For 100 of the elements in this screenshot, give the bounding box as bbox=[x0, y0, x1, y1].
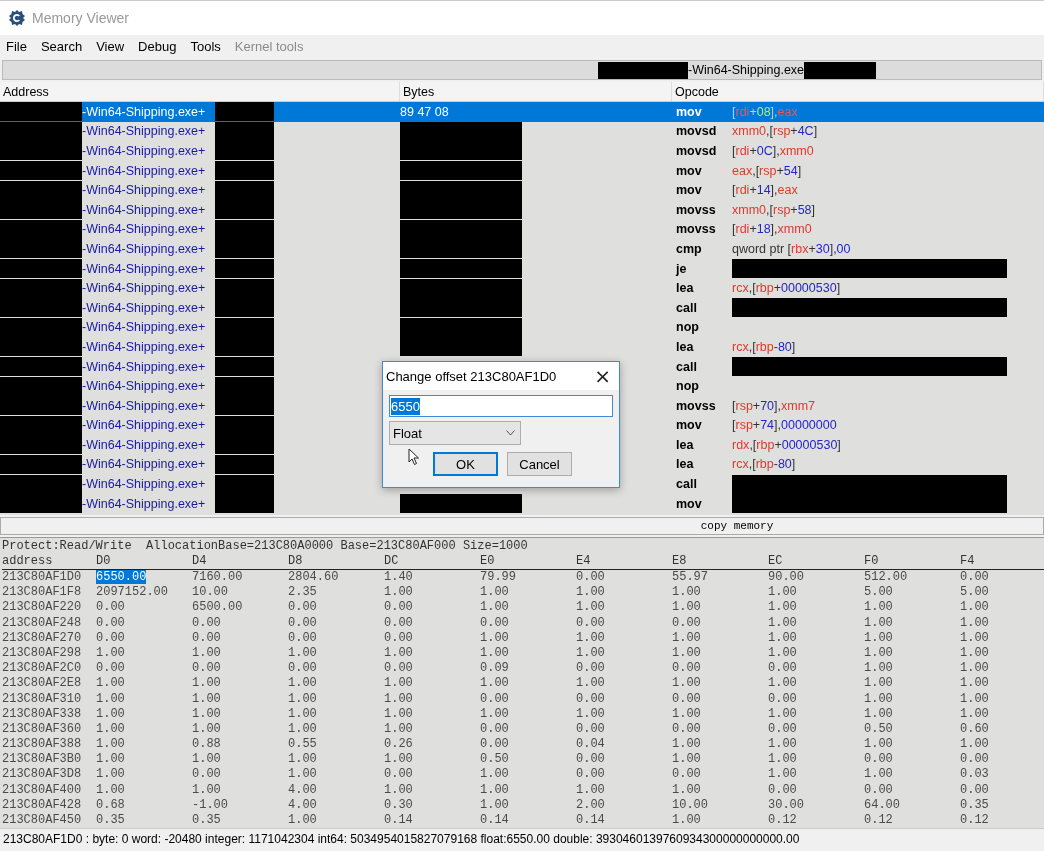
value-cell[interactable]: 0.50 bbox=[480, 752, 509, 767]
value-cell[interactable]: -1.00 bbox=[192, 797, 228, 812]
value-cell[interactable]: 1.00 bbox=[768, 615, 797, 630]
value-cell[interactable]: 1.00 bbox=[384, 585, 413, 600]
value-cell[interactable]: 1.00 bbox=[96, 691, 125, 706]
value-cell[interactable]: 1.00 bbox=[864, 737, 893, 752]
value-cell[interactable]: 1.00 bbox=[96, 721, 125, 736]
value-cell[interactable]: 55.97 bbox=[672, 570, 708, 584]
value-cell[interactable]: 64.00 bbox=[864, 797, 900, 812]
value-cell[interactable]: 1.00 bbox=[864, 645, 893, 660]
value-cell[interactable]: 1.00 bbox=[288, 645, 317, 660]
value-cell[interactable]: 0.00 bbox=[192, 615, 221, 630]
type-dropdown[interactable]: Float bbox=[389, 421, 521, 445]
value-cell[interactable]: 2804.60 bbox=[288, 570, 339, 584]
value-cell[interactable]: 0.00 bbox=[576, 570, 605, 584]
value-cell[interactable]: 0.14 bbox=[576, 813, 605, 827]
dialog-button[interactable]: Cancel bbox=[507, 452, 572, 476]
value-cell[interactable]: 0.26 bbox=[384, 737, 413, 752]
value-cell[interactable]: 1.00 bbox=[960, 615, 989, 630]
menu-item[interactable]: Search bbox=[40, 38, 83, 54]
value-cell[interactable]: 1.00 bbox=[480, 706, 509, 721]
value-cell[interactable]: 1.00 bbox=[384, 782, 413, 797]
value-cell[interactable]: 0.00 bbox=[96, 661, 125, 676]
value-cell[interactable]: 1.00 bbox=[480, 600, 509, 615]
value-cell[interactable]: 1.00 bbox=[672, 585, 701, 600]
value-cell[interactable]: 0.00 bbox=[672, 767, 701, 782]
value-cell[interactable]: 1.00 bbox=[768, 706, 797, 721]
value-cell[interactable]: 1.00 bbox=[192, 721, 221, 736]
value-cell[interactable]: 4.00 bbox=[288, 782, 317, 797]
value-cell[interactable]: 1.00 bbox=[480, 645, 509, 660]
value-cell[interactable]: 1.00 bbox=[576, 645, 605, 660]
value-cell[interactable]: 1.00 bbox=[576, 630, 605, 645]
value-cell[interactable]: 1.00 bbox=[96, 767, 125, 782]
value-cell[interactable]: 2.35 bbox=[288, 585, 317, 600]
value-cell[interactable]: 1.00 bbox=[960, 661, 989, 676]
value-cell[interactable]: 1.00 bbox=[288, 813, 317, 827]
value-cell[interactable]: 1.00 bbox=[288, 721, 317, 736]
value-cell[interactable]: 1.00 bbox=[576, 676, 605, 691]
value-cell[interactable]: 1.00 bbox=[576, 585, 605, 600]
value-cell[interactable]: 1.00 bbox=[960, 630, 989, 645]
value-cell[interactable]: 5.00 bbox=[960, 585, 989, 600]
value-cell[interactable]: 1.00 bbox=[288, 706, 317, 721]
value-cell[interactable]: 1.00 bbox=[864, 630, 893, 645]
menu-item[interactable]: Tools bbox=[190, 38, 221, 54]
value-cell[interactable]: 1.00 bbox=[192, 676, 221, 691]
column-header[interactable]: Bytes bbox=[400, 82, 672, 101]
value-cell[interactable]: 1.00 bbox=[384, 676, 413, 691]
value-cell[interactable]: 0.00 bbox=[480, 737, 509, 752]
value-cell[interactable]: 0.00 bbox=[672, 691, 701, 706]
value-cell[interactable]: 1.00 bbox=[768, 737, 797, 752]
value-cell[interactable]: 1.00 bbox=[864, 615, 893, 630]
value-cell[interactable]: 10.00 bbox=[672, 797, 708, 812]
value-cell[interactable]: 0.00 bbox=[192, 630, 221, 645]
value-cell[interactable]: 1.00 bbox=[288, 752, 317, 767]
value-field[interactable]: 6550 bbox=[389, 395, 613, 417]
value-cell[interactable]: 1.00 bbox=[864, 691, 893, 706]
value-cell[interactable]: 0.60 bbox=[960, 721, 989, 736]
value-cell[interactable]: 0.35 bbox=[96, 813, 125, 827]
value-cell[interactable]: 1.00 bbox=[960, 691, 989, 706]
value-cell[interactable]: 0.50 bbox=[864, 721, 893, 736]
column-header[interactable]: Address bbox=[0, 82, 400, 101]
value-cell[interactable]: 90.00 bbox=[768, 570, 804, 584]
value-cell[interactable]: 0.00 bbox=[672, 615, 701, 630]
dialog-button[interactable]: OK bbox=[433, 452, 498, 476]
value-cell[interactable]: 1.00 bbox=[864, 600, 893, 615]
value-cell[interactable]: 1.00 bbox=[672, 782, 701, 797]
value-cell[interactable]: 1.00 bbox=[768, 585, 797, 600]
value-cell[interactable]: 1.00 bbox=[960, 737, 989, 752]
value-cell[interactable]: 1.00 bbox=[768, 676, 797, 691]
value-cell[interactable]: 0.35 bbox=[192, 813, 221, 827]
value-cell[interactable]: 0.00 bbox=[480, 721, 509, 736]
value-cell[interactable]: 1.00 bbox=[384, 645, 413, 660]
value-cell[interactable]: 1.00 bbox=[96, 782, 125, 797]
value-cell[interactable]: 1.00 bbox=[192, 706, 221, 721]
value-cell[interactable]: 0.14 bbox=[480, 813, 509, 827]
value-cell[interactable]: 1.00 bbox=[768, 645, 797, 660]
value-cell[interactable]: 0.30 bbox=[384, 797, 413, 812]
value-cell[interactable]: 1.00 bbox=[864, 767, 893, 782]
value-cell[interactable]: 1.00 bbox=[672, 600, 701, 615]
value-cell[interactable]: 2097152.00 bbox=[96, 585, 168, 600]
value-cell[interactable]: 1.00 bbox=[384, 721, 413, 736]
value-cell[interactable]: 0.68 bbox=[96, 797, 125, 812]
value-cell[interactable]: 0.00 bbox=[960, 782, 989, 797]
value-cell[interactable]: 1.00 bbox=[480, 797, 509, 812]
value-cell[interactable]: 512.00 bbox=[864, 570, 908, 584]
value-cell[interactable]: 1.00 bbox=[96, 676, 125, 691]
value-cell[interactable]: 1.00 bbox=[96, 752, 125, 767]
value-cell[interactable]: 0.03 bbox=[960, 767, 989, 782]
value-cell[interactable]: 1.40 bbox=[384, 570, 413, 584]
value-cell[interactable]: 0.00 bbox=[96, 615, 125, 630]
value-cell[interactable]: 1.00 bbox=[96, 645, 125, 660]
value-cell[interactable]: 0.12 bbox=[768, 813, 797, 827]
value-cell[interactable]: 1.00 bbox=[576, 600, 605, 615]
value-cell[interactable]: 1.00 bbox=[576, 706, 605, 721]
value-cell[interactable]: 1.00 bbox=[672, 676, 701, 691]
value-cell[interactable]: 0.00 bbox=[576, 615, 605, 630]
close-button[interactable]: × bbox=[586, 363, 619, 389]
value-cell[interactable]: 7160.00 bbox=[192, 570, 243, 584]
value-cell[interactable]: 0.00 bbox=[672, 661, 701, 676]
value-cell[interactable]: 0.00 bbox=[576, 752, 605, 767]
